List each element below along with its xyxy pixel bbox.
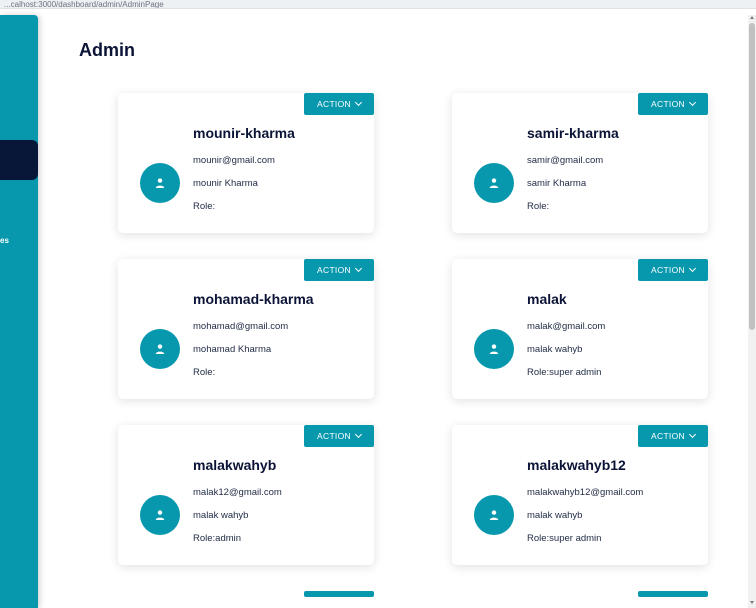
admin-username: malakwahyb12 bbox=[527, 457, 626, 473]
user-icon bbox=[489, 178, 499, 188]
avatar bbox=[140, 495, 180, 535]
browser-url-bar[interactable]: ...calhost:3000/dashboard/admin/AdminPag… bbox=[0, 0, 756, 9]
user-icon bbox=[155, 344, 165, 354]
action-dropdown-button[interactable]: ACTION bbox=[638, 259, 708, 281]
admin-fullname: mounir Kharma bbox=[193, 178, 258, 189]
admin-card: ACTION malak malak@gmail.com malak wahyb… bbox=[452, 259, 708, 399]
admin-username: malakwahyb bbox=[193, 457, 277, 473]
sidebar: es bbox=[0, 15, 38, 608]
admin-role: Role:super admin bbox=[527, 533, 602, 544]
chevron-down-icon bbox=[354, 264, 362, 273]
admin-email: malak@gmail.com bbox=[527, 321, 606, 332]
admin-username: malak bbox=[527, 291, 567, 307]
sidebar-item-label[interactable]: es bbox=[0, 236, 9, 245]
admin-card: ACTION malakwahyb malak12@gmail.com mala… bbox=[118, 425, 374, 565]
admin-email: malak12@gmail.com bbox=[193, 487, 282, 498]
chevron-down-icon bbox=[688, 98, 696, 107]
chevron-down-icon bbox=[688, 264, 696, 273]
admin-username: samir-kharma bbox=[527, 125, 619, 141]
user-icon bbox=[489, 510, 499, 520]
scroll-up-icon[interactable] bbox=[750, 16, 754, 19]
admin-fullname: malak wahyb bbox=[527, 344, 583, 355]
scroll-down-icon[interactable] bbox=[750, 601, 754, 604]
admin-email: mohamad@gmail.com bbox=[193, 321, 289, 332]
admin-username: mohamad-kharma bbox=[193, 291, 314, 307]
chevron-down-icon bbox=[354, 430, 362, 439]
avatar bbox=[474, 495, 514, 535]
admin-fullname: malak wahyb bbox=[527, 510, 583, 521]
user-icon bbox=[489, 344, 499, 354]
admin-card: ACTION samir-kharma samir@gmail.com sami… bbox=[452, 93, 708, 233]
admin-card: ACTION mohamad-kharma mohamad@gmail.com … bbox=[118, 259, 374, 399]
admin-email: mounir@gmail.com bbox=[193, 155, 275, 166]
user-icon bbox=[155, 510, 165, 520]
sidebar-item-active[interactable] bbox=[0, 140, 38, 180]
admin-email: malakwahyb12@gmail.com bbox=[527, 487, 644, 498]
user-icon bbox=[155, 178, 165, 188]
avatar bbox=[140, 163, 180, 203]
page-title: Admin bbox=[79, 40, 135, 60]
admin-role: Role: bbox=[193, 201, 216, 212]
admin-card: ACTION mounir-kharma mounir@gmail.com mo… bbox=[118, 93, 374, 233]
action-dropdown-button[interactable]: ACTION bbox=[638, 425, 708, 447]
avatar bbox=[474, 329, 514, 369]
chevron-down-icon bbox=[688, 430, 696, 439]
admin-email: samir@gmail.com bbox=[527, 155, 604, 166]
action-dropdown-button[interactable]: ACTION bbox=[304, 93, 374, 115]
admin-role: Role: bbox=[527, 201, 550, 212]
admin-fullname: malak wahyb bbox=[193, 510, 249, 521]
action-dropdown-button[interactable]: ACTION bbox=[638, 93, 708, 115]
action-dropdown-button[interactable] bbox=[304, 591, 374, 597]
action-dropdown-button[interactable]: ACTION bbox=[304, 259, 374, 281]
admin-card: ACTION malakwahyb12 malakwahyb12@gmail.c… bbox=[452, 425, 708, 565]
chevron-down-icon bbox=[354, 98, 362, 107]
admin-role: Role:super admin bbox=[527, 367, 602, 378]
admin-username: mounir-kharma bbox=[193, 125, 295, 141]
admin-fullname: mohamad Kharma bbox=[193, 344, 272, 355]
scrollbar-thumb[interactable] bbox=[749, 23, 755, 330]
admin-role: Role:admin bbox=[193, 533, 242, 544]
action-dropdown-button[interactable]: ACTION bbox=[304, 425, 374, 447]
avatar bbox=[474, 163, 514, 203]
avatar bbox=[140, 329, 180, 369]
admin-fullname: samir Kharma bbox=[527, 178, 587, 189]
action-dropdown-button[interactable] bbox=[638, 591, 708, 597]
admin-role: Role: bbox=[193, 367, 216, 378]
